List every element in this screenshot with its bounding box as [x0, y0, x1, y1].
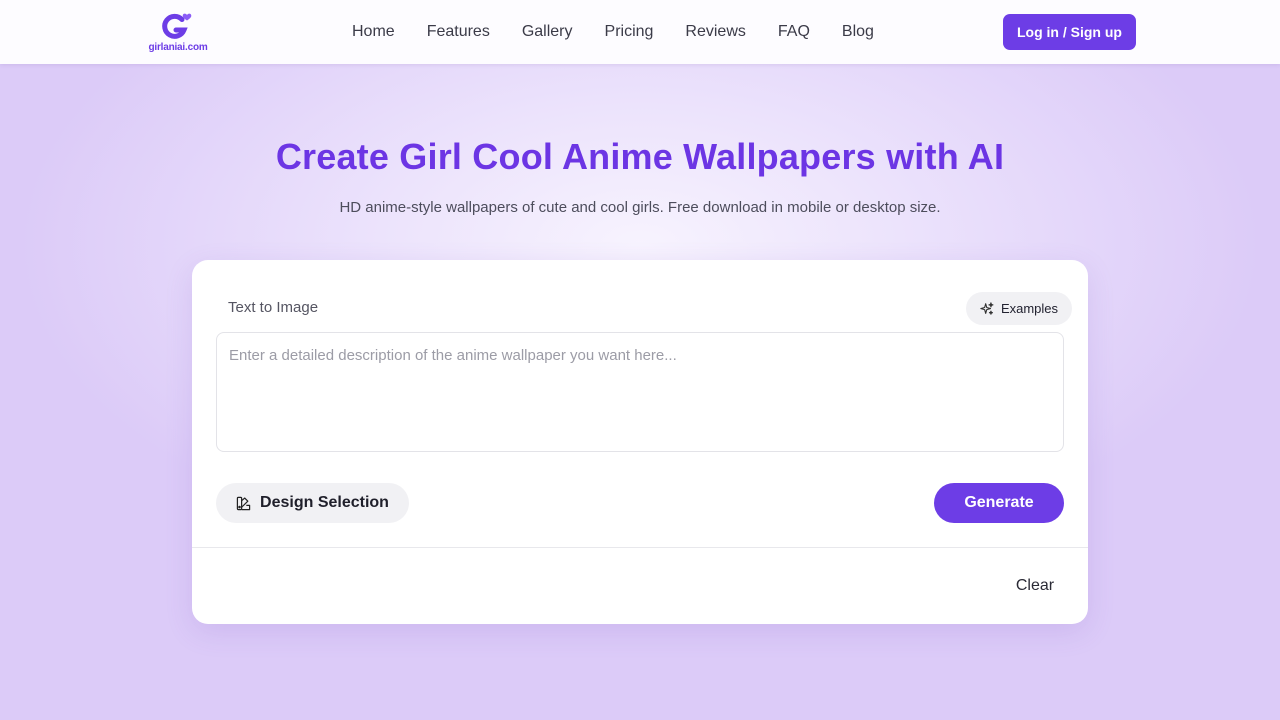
logo-wordmark: girlaniai.com [148, 42, 208, 53]
nav-home[interactable]: Home [336, 0, 411, 64]
clear-button[interactable]: Clear [1000, 570, 1070, 602]
nav-gallery[interactable]: Gallery [506, 0, 589, 64]
nav-reviews[interactable]: Reviews [669, 0, 761, 64]
design-selection-button[interactable]: Design Selection [216, 483, 409, 523]
generate-button[interactable]: Generate [934, 483, 1064, 523]
nav-faq[interactable]: FAQ [762, 0, 826, 64]
sparkles-icon [980, 301, 994, 315]
page-subtitle: HD anime-style wallpapers of cute and co… [339, 199, 941, 216]
card-divider [192, 547, 1088, 548]
nav-pricing[interactable]: Pricing [589, 0, 670, 64]
prompt-input[interactable] [216, 332, 1064, 452]
examples-label: Examples [1000, 301, 1059, 316]
text-to-image-label: Text to Image [228, 299, 319, 316]
nav-features[interactable]: Features [411, 0, 506, 64]
design-selection-label: Design Selection [260, 494, 389, 511]
examples-button[interactable]: Examples [966, 292, 1072, 325]
design-palette-icon [236, 496, 251, 510]
nav-blog[interactable]: Blog [826, 0, 890, 64]
page-title: Create Girl Cool Anime Wallpapers with A… [275, 136, 1005, 177]
site-logo[interactable]: girlaniai.com [146, 8, 210, 56]
generator-card: Text to Image Examples Design Selection … [192, 260, 1088, 624]
logo-g-heart-icon [162, 13, 192, 39]
login-signup-button[interactable]: Log in / Sign up [1003, 14, 1136, 50]
main-nav: Home Features Gallery Pricing Reviews FA… [336, 0, 890, 64]
site-header: girlaniai.com Home Features Gallery Pric… [0, 0, 1280, 64]
